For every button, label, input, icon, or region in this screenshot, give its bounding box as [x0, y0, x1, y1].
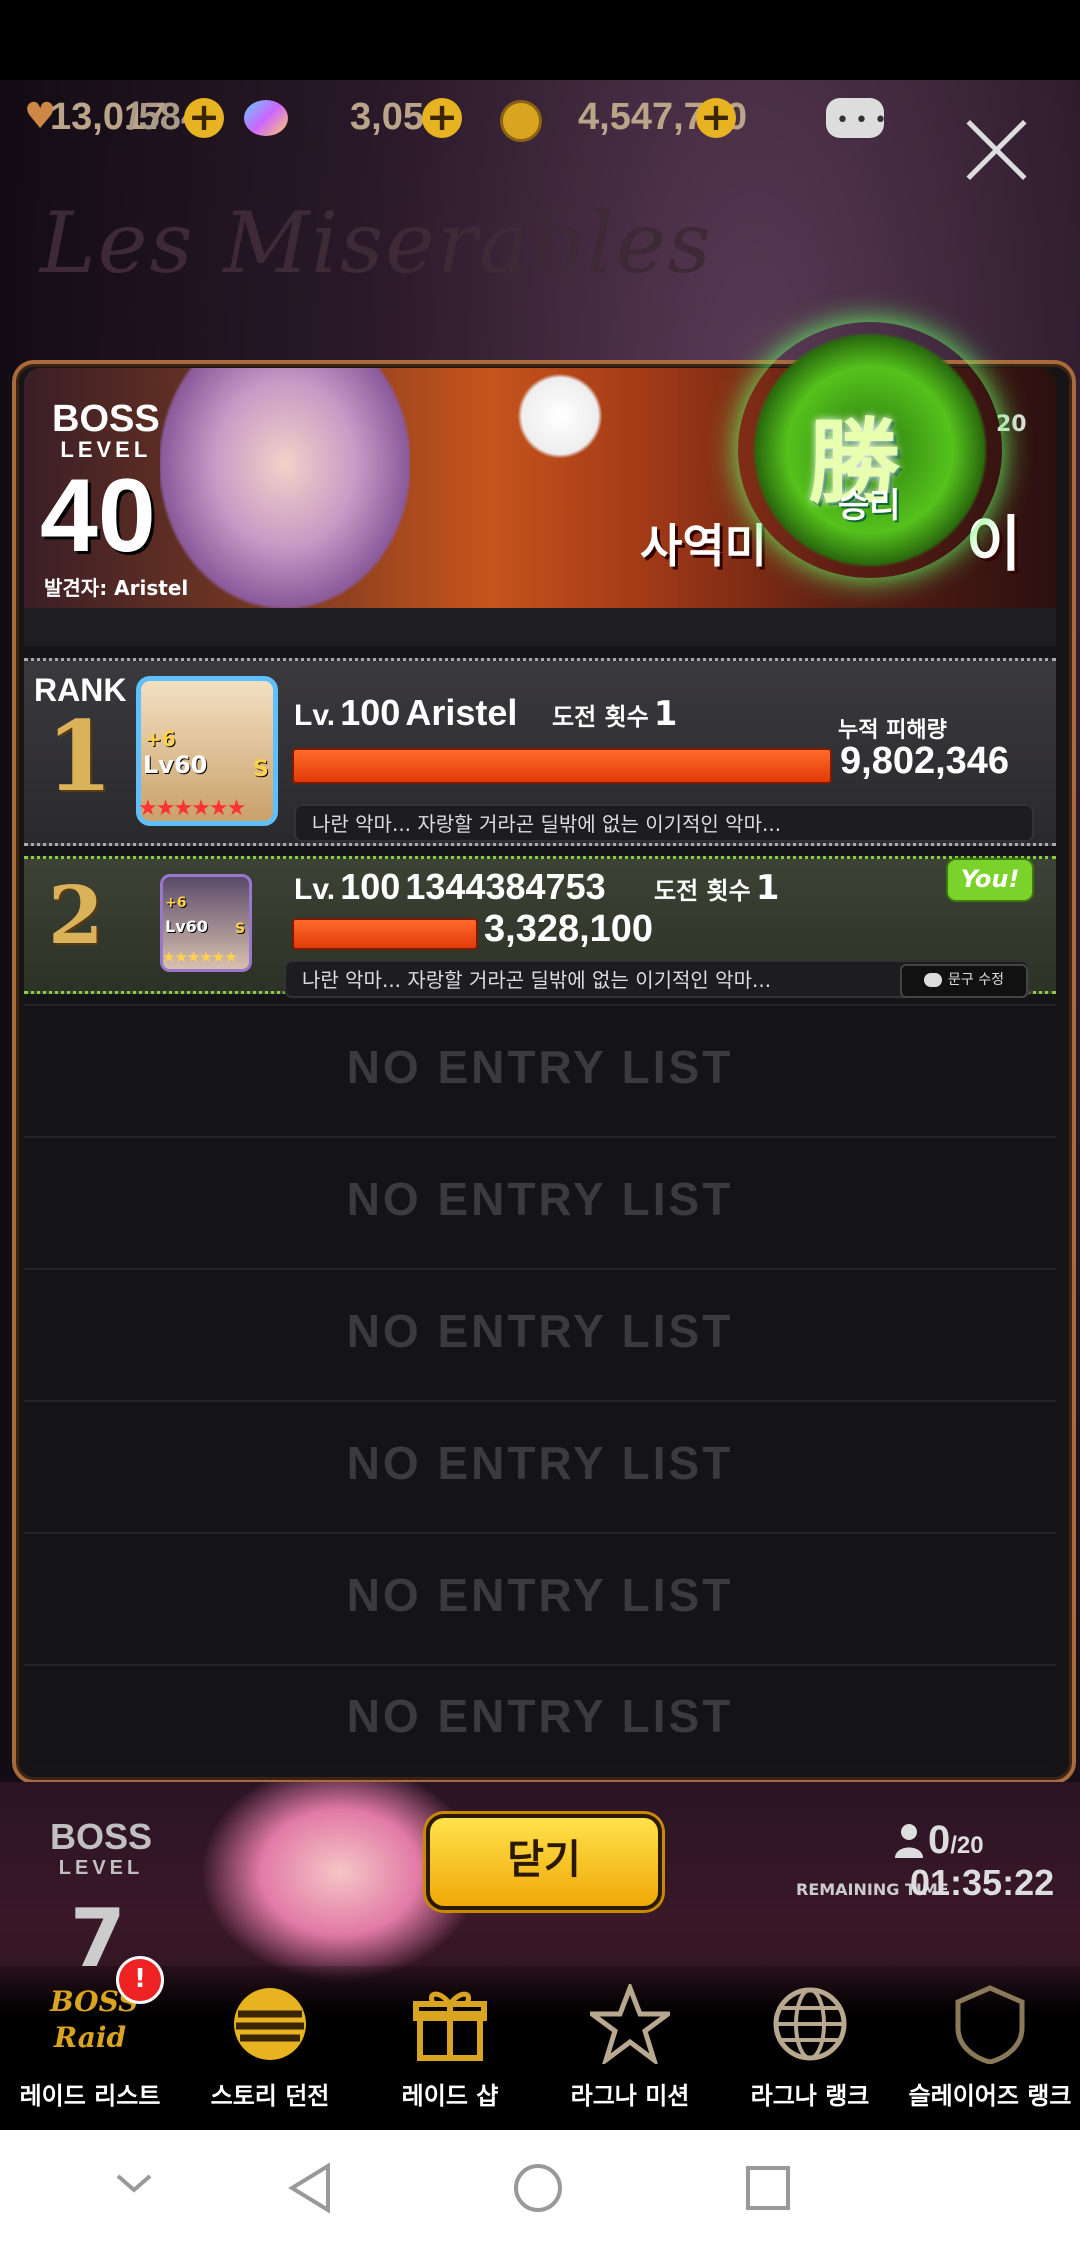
remaining-time: 01:35:22	[910, 1862, 1055, 1903]
boss-name: 사역미	[640, 519, 767, 573]
tries-1: 도전 횟수 1	[552, 694, 678, 734]
empty-entry: NO ENTRY LIST	[24, 1532, 1056, 1656]
nav-label: 슬레이어즈 랭크	[908, 2082, 1072, 2110]
empty-entry: NO ENTRY LIST	[24, 1004, 1056, 1128]
you-badge: You!	[946, 858, 1034, 902]
nav-ragna-mission[interactable]: 라그나 미션	[540, 1984, 720, 2124]
gold-coin-icon	[500, 100, 542, 142]
avatar-grade: S	[253, 757, 269, 782]
nav-story-dungeon[interactable]: 스토리 던전	[180, 1984, 360, 2124]
damage-bar-2	[292, 918, 478, 950]
edit-comment-button[interactable]: 문구 수정	[900, 964, 1028, 998]
close-icon[interactable]	[960, 114, 1032, 186]
star-rating: ★★★★★★	[162, 948, 238, 966]
mission-star-icon	[590, 1984, 670, 2064]
person-icon	[895, 1824, 923, 1858]
victory-label: 승리	[838, 486, 901, 526]
add-hearts-button[interactable]: +	[184, 98, 224, 138]
boss-level-label: BOSS LEVEL	[52, 398, 160, 462]
player-name-1: Lv. 100 Aristel	[294, 692, 518, 733]
avatar-plus: +6	[145, 727, 176, 751]
add-gold-button[interactable]: +	[696, 98, 736, 138]
status-bar	[0, 0, 1080, 80]
participants-count: 0/20	[928, 1818, 984, 1862]
player-comment-1: 나란 악마... 자랑할 거라곤 딜밖에 없는 이기적인 악마...	[294, 804, 1034, 842]
nav-label: 레이드 리스트	[19, 2082, 161, 2110]
add-gems-button[interactable]: +	[422, 98, 462, 138]
speech-bubble-icon	[924, 973, 942, 987]
home-icon[interactable]	[512, 2162, 564, 2214]
rank-number-1: 1	[46, 700, 113, 813]
next-boss-level-label: BOSS LEVEL	[50, 1816, 153, 1880]
star-rating: ★★★★★★	[138, 796, 246, 821]
slayers-rank-icon	[955, 1985, 1025, 2064]
nav-label: 라그나 랭크	[750, 2082, 870, 2110]
avatar-grade: S	[235, 921, 246, 937]
boss-finder: 발견자: Aristel	[44, 576, 189, 600]
boss-staff-art	[470, 368, 650, 608]
banner-subcaption	[24, 608, 1056, 646]
tries-2: 도전 횟수 1	[654, 868, 780, 908]
alert-badge: !	[116, 1956, 164, 2004]
story-dungeon-icon	[234, 1988, 306, 2060]
rank-number-2: 2	[48, 868, 104, 962]
chevron-down-icon[interactable]	[114, 2172, 154, 2196]
empty-entry: NO ENTRY LIST	[24, 1400, 1056, 1524]
gem-icon	[244, 100, 288, 136]
boss-raid-icon: BOSS Raid	[50, 1985, 139, 2054]
avatar-level: Lv60	[143, 751, 208, 779]
nav-slayers-rank[interactable]: 슬레이어즈 랭크	[900, 1984, 1080, 2124]
empty-entry: NO ENTRY LIST	[24, 1268, 1056, 1392]
nav-raid-shop[interactable]: 레이드 샵	[360, 1984, 540, 2124]
player-name-2: Lv. 100 1344384753	[294, 866, 606, 907]
nav-label: 라그나 미션	[570, 2082, 690, 2110]
boss-portrait	[160, 368, 410, 608]
chat-icon[interactable]: •••	[826, 98, 887, 138]
edit-comment-label: 문구 수정	[948, 972, 1004, 988]
damage-value-1: 9,802,346	[840, 740, 1010, 782]
nav-raid-list[interactable]: BOSS Raid 레이드 리스트	[0, 1984, 180, 2124]
gift-icon	[413, 1991, 487, 2061]
system-nav-bar	[0, 2130, 1080, 2244]
boss-level-value: 40	[40, 458, 156, 574]
damage-value-2: 3,328,100	[484, 908, 654, 950]
damage-bar-1	[292, 748, 832, 784]
background-title: Les Miserables	[40, 194, 713, 292]
rank-globe-icon	[773, 1987, 847, 2061]
nav-ragna-rank[interactable]: 라그나 랭크	[720, 1984, 900, 2124]
nav-label: 스토리 던전	[210, 2082, 330, 2110]
avatar-plus: +6	[165, 895, 187, 911]
recents-icon[interactable]	[744, 2164, 792, 2212]
empty-entry: NO ENTRY LIST	[24, 1136, 1056, 1260]
avatar-level: Lv60	[165, 917, 208, 936]
empty-entry: NO ENTRY LIST	[24, 1664, 1056, 1766]
back-icon[interactable]	[286, 2162, 334, 2214]
close-button[interactable]: 닫기	[426, 1814, 662, 1910]
nav-label: 레이드 샵	[401, 2082, 499, 2110]
